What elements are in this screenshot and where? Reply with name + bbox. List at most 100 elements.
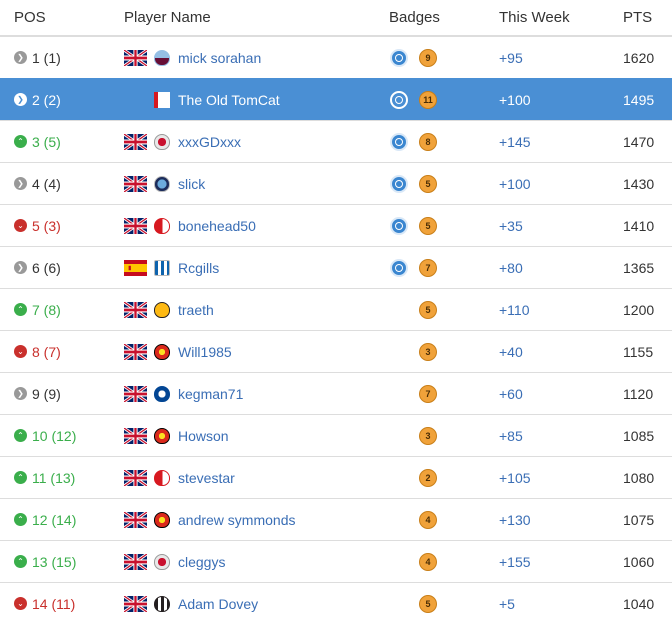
target-badge-icon[interactable] [390,49,408,67]
man-utd-crest-icon [154,344,170,360]
coin-badge-icon[interactable]: 8 [419,133,437,151]
badges-cell: 3 [389,415,499,457]
table-row[interactable]: ❯4 (4)slick5+1001430 [0,163,672,205]
table-row[interactable]: ❯9 (9)kegman717+601120 [0,373,672,415]
player-name-link[interactable]: traeth [178,302,214,318]
pts-cell: 1080 [623,457,672,499]
player-name-link[interactable]: bonehead50 [178,218,256,234]
bournemouth-crest-icon [154,92,170,108]
es-flag-icon [124,260,147,276]
trend-up-icon: ⌃ [14,429,27,442]
gb-flag-icon [124,386,147,402]
player-name-link[interactable]: slick [178,176,205,192]
player-name-link[interactable]: Rcgills [178,260,219,276]
coin-badge-icon[interactable]: 5 [419,301,437,319]
target-badge-icon[interactable] [390,91,408,109]
table-row[interactable]: ❯6 (6)Rcgills7+801365 [0,247,672,289]
liverpool-crest-icon [154,134,170,150]
badges-cell: 3 [389,331,499,373]
player-cell: bonehead50 [124,205,389,247]
player-name-link[interactable]: Will1985 [178,344,232,360]
badges-cell: 7 [389,373,499,415]
table-row[interactable]: ❯1 (1)mick sorahan9+951620 [0,36,672,79]
player-name-header[interactable]: Player Name [124,0,389,36]
position-text: 9 (9) [32,386,61,402]
player-name-link[interactable]: Adam Dovey [178,596,258,612]
player-name-link[interactable]: Howson [178,428,229,444]
pos-cell: ❯9 (9) [0,373,124,415]
table-row[interactable]: ⌄5 (3)bonehead505+351410 [0,205,672,247]
player-cell: xxxGDxxx [124,121,389,163]
this-week-cell: +5 [499,583,623,624]
target-badge-icon[interactable] [390,175,408,193]
badges-cell: 4 [389,499,499,541]
this-week-cell: +110 [499,289,623,331]
pos-cell: ❯4 (4) [0,163,124,205]
table-row[interactable]: ⌄8 (7) Will1985 3 +401155 [0,331,672,373]
pos-header[interactable]: POS [0,0,124,36]
pts-cell: 1410 [623,205,672,247]
player-cell: stevestar [124,457,389,499]
this-week-cell: +40 [499,331,623,373]
badges-cell: 5 [389,289,499,331]
table-row[interactable]: ⌄14 (11)Adam Dovey5+51040 [0,583,672,624]
target-badge-icon[interactable] [390,133,408,151]
gb-flag-icon [124,596,147,612]
pos-cell: ❯2 (2) [0,79,124,121]
gb-flag-icon [124,512,147,528]
coin-badge-icon[interactable]: 4 [419,511,437,529]
table-row[interactable]: ⌃3 (5)xxxGDxxx8+1451470 [0,121,672,163]
table-row[interactable]: ⌃11 (13)stevestar2+1051080 [0,457,672,499]
liverpool-crest-icon [154,554,170,570]
pts-cell: 1085 [623,415,672,457]
table-row[interactable]: ⌃10 (12)Howson3+851085 [0,415,672,457]
this-week-cell: +100 [499,163,623,205]
southampton-crest-icon [154,218,170,234]
player-name-link[interactable]: andrew symmonds [178,512,296,528]
position-text: 4 (4) [32,176,61,192]
coin-badge-icon[interactable]: 11 [419,91,437,109]
gb-flag-icon [124,50,147,66]
trend-down-icon: ⌄ [14,219,27,232]
position-text: 5 (3) [32,218,61,234]
table-row[interactable]: ⌃7 (8)traeth5+1101200 [0,289,672,331]
pts-cell: 1155 [623,331,672,373]
pos-cell: ⌃3 (5) [0,121,124,163]
trend-same-icon: ❯ [14,93,27,106]
coin-badge-icon[interactable]: 5 [419,217,437,235]
this-week-header[interactable]: This Week [499,0,623,36]
coin-badge-icon[interactable]: 7 [419,259,437,277]
pos-cell: ⌄8 (7) [0,331,124,373]
player-name-link[interactable]: xxxGDxxx [178,134,241,150]
table-row[interactable]: ❯2 (2)The Old TomCat11+1001495 [0,79,672,121]
pos-cell: ⌄ 5 (3) [0,205,124,247]
coin-badge-icon[interactable]: 9 [419,49,437,67]
coin-badge-icon[interactable]: 2 [419,469,437,487]
player-name-link[interactable]: kegman71 [178,386,243,402]
badges-cell: 9 [389,36,499,79]
coin-badge-icon[interactable]: 7 [419,385,437,403]
badges-cell: 8 [389,121,499,163]
coin-badge-icon[interactable]: 3 [419,427,437,445]
player-cell: The Old TomCat [124,79,389,121]
target-badge-icon[interactable] [390,259,408,277]
gb-flag-icon [124,176,147,192]
player-name-link[interactable]: mick sorahan [178,50,261,66]
pts-header[interactable]: PTS [623,0,672,36]
coin-badge-icon[interactable]: 5 [419,175,437,193]
player-name-link[interactable]: cleggys [178,554,225,570]
this-week-cell: +105 [499,457,623,499]
coin-badge-icon[interactable]: 5 [419,595,437,613]
this-week-cell: +130 [499,499,623,541]
player-name-link[interactable]: stevestar [178,470,235,486]
coin-badge-icon[interactable]: 3 [419,343,437,361]
pts-cell: 1495 [623,79,672,121]
player-name-link[interactable]: The Old TomCat [178,92,280,108]
position-text: 11 (13) [32,470,75,486]
target-badge-icon[interactable] [390,217,408,235]
badges-cell: 5 [389,583,499,624]
table-row[interactable]: ⌃13 (15)cleggys4+1551060 [0,541,672,583]
table-row[interactable]: ⌃12 (14)andrew symmonds4+1301075 [0,499,672,541]
coin-badge-icon[interactable]: 4 [419,553,437,571]
trend-up-icon: ⌃ [14,303,27,316]
